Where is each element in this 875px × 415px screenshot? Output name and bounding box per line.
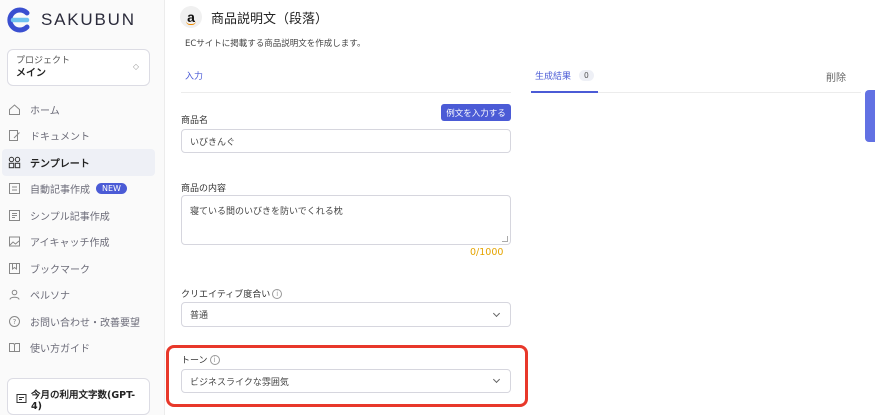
sidebar-nav: ホーム ドキュメント テンプレート 自動記事作成 NEW シンプル記事作成 アイ… [0, 96, 165, 361]
document-edit-icon [8, 129, 21, 142]
sidebar-item-label: シンプル記事作成 [30, 211, 110, 223]
template-grid-icon [8, 156, 21, 169]
usage-icon [16, 393, 27, 407]
sidebar-item-bookmark[interactable]: ブックマーク [0, 255, 165, 282]
chevron-updown-icon: ◇ [132, 62, 139, 71]
sidebar-item-templates[interactable]: テンプレート [2, 149, 155, 176]
home-icon [8, 103, 21, 116]
product-content-label: 商品の内容 [181, 184, 227, 194]
svg-text:?: ? [13, 318, 17, 326]
tab-result[interactable]: 生成結果 0 [535, 69, 594, 82]
chevron-down-icon [492, 309, 501, 317]
highlight-annotation [166, 345, 528, 407]
usage-card[interactable]: 今月の利用文字数(GPT-4) [7, 378, 150, 415]
sidebar: SAKUBUN プロジェクト メイン ◇ ホーム ドキュメント テンプレート 自… [0, 0, 165, 415]
sakubun-logo-icon [7, 7, 30, 33]
product-content-value: 寝ている間のいびきを防いでくれる枕 [190, 207, 343, 217]
project-value: メイン [16, 68, 46, 79]
product-name-value: いびきんぐ [190, 137, 236, 148]
persona-icon [8, 288, 21, 301]
sidebar-item-label: テンプレート [30, 158, 90, 170]
resize-handle-icon[interactable] [502, 236, 508, 242]
tab-input[interactable]: 入力 [185, 69, 203, 82]
sidebar-item-auto-article[interactable]: 自動記事作成 NEW [0, 176, 165, 203]
book-icon [8, 341, 21, 354]
delete-button[interactable]: 削除 [826, 69, 846, 84]
sidebar-item-label: ホーム [30, 105, 60, 117]
product-name-input[interactable]: いびきんぐ [181, 129, 511, 153]
sidebar-item-label: ペルソナ [30, 291, 70, 303]
auto-article-icon [8, 182, 21, 195]
creativity-select[interactable]: 普通 [181, 302, 511, 327]
page-header: a 商品説明文（段落） [180, 6, 328, 28]
simple-article-icon [8, 209, 21, 222]
page-subtitle: ECサイトに掲載する商品説明文を作成します。 [185, 39, 366, 49]
product-content-textarea[interactable]: 寝ている間のいびきを防いでくれる枕 [181, 195, 511, 245]
sidebar-item-label: 使い方ガイド [30, 344, 90, 356]
sidebar-item-label: ブックマーク [30, 264, 90, 276]
sidebar-item-documents[interactable]: ドキュメント [0, 123, 165, 150]
project-selector[interactable]: プロジェクト メイン ◇ [7, 49, 150, 86]
bookmark-icon [8, 262, 21, 275]
sidebar-item-home[interactable]: ホーム [0, 96, 165, 123]
page-title: 商品説明文（段落） [211, 11, 329, 27]
creativity-label: クリエイティブ度合い i [181, 287, 283, 300]
result-count-badge: 0 [579, 70, 594, 81]
image-icon [8, 235, 21, 248]
sidebar-item-eyecatch[interactable]: アイキャッチ作成 [0, 229, 165, 256]
sidebar-item-label: 自動記事作成 [30, 185, 90, 197]
project-label: プロジェクト [16, 56, 71, 66]
feedback-side-tab[interactable] [865, 90, 875, 142]
logo[interactable]: SAKUBUN [7, 7, 136, 33]
active-tab-indicator [531, 91, 598, 93]
sidebar-item-label: ドキュメント [30, 132, 90, 144]
char-counter: 0/1000 [470, 247, 504, 258]
sidebar-item-persona[interactable]: ペルソナ [0, 282, 165, 309]
help-circle-icon: ? [8, 315, 21, 328]
sidebar-item-guide[interactable]: 使い方ガイド [0, 335, 165, 362]
sidebar-item-label: お問い合わせ・改善要望 [30, 317, 140, 329]
product-name-label: 商品名 [181, 116, 209, 126]
tab-result-label: 生成結果 [535, 72, 572, 82]
sidebar-item-contact[interactable]: ? お問い合わせ・改善要望 [0, 308, 165, 335]
creativity-value: 普通 [190, 311, 209, 321]
amazon-logo-icon: a [180, 6, 202, 28]
usage-label: 今月の利用文字数(GPT-4) [31, 390, 136, 412]
divider [181, 92, 511, 93]
sidebar-item-label: アイキャッチ作成 [30, 238, 110, 250]
sidebar-item-simple-article[interactable]: シンプル記事作成 [0, 202, 165, 229]
info-icon[interactable]: i [272, 288, 283, 299]
new-badge: NEW [96, 183, 127, 195]
logo-text: SAKUBUN [41, 10, 136, 29]
example-fill-button[interactable]: 例文を入力する [441, 104, 511, 121]
